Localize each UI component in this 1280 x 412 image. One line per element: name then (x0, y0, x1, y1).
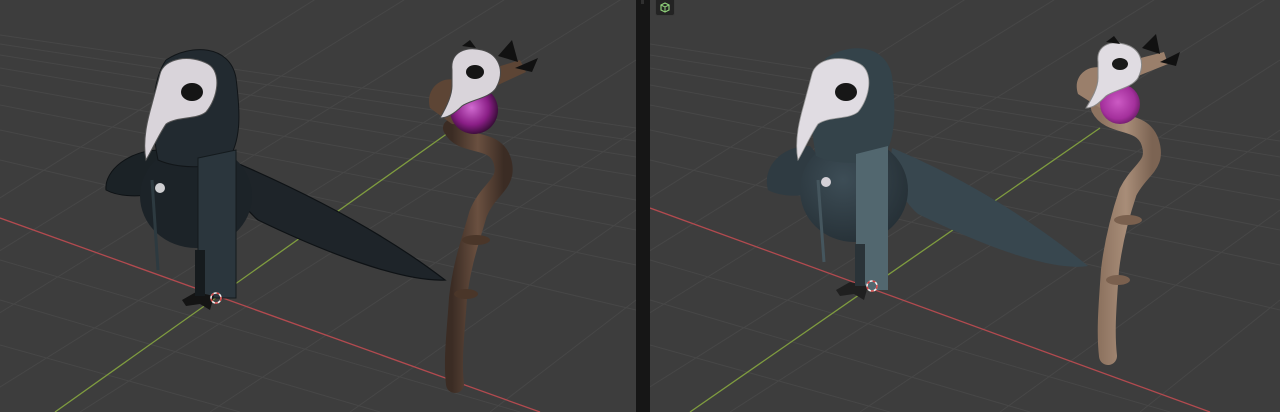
viewport-right-scene (650, 0, 1280, 412)
staff-model (1076, 34, 1180, 365)
bird-model (766, 48, 1088, 300)
bird-model (105, 49, 447, 310)
divider-grip (641, 0, 644, 4)
viewport-right[interactable] (650, 0, 1280, 412)
viewport-divider[interactable] (636, 0, 650, 412)
viewport-left[interactable] (0, 0, 636, 412)
object-mode-icon[interactable] (655, 0, 675, 16)
viewport-left-scene (0, 0, 636, 412)
staff-model (429, 40, 538, 393)
